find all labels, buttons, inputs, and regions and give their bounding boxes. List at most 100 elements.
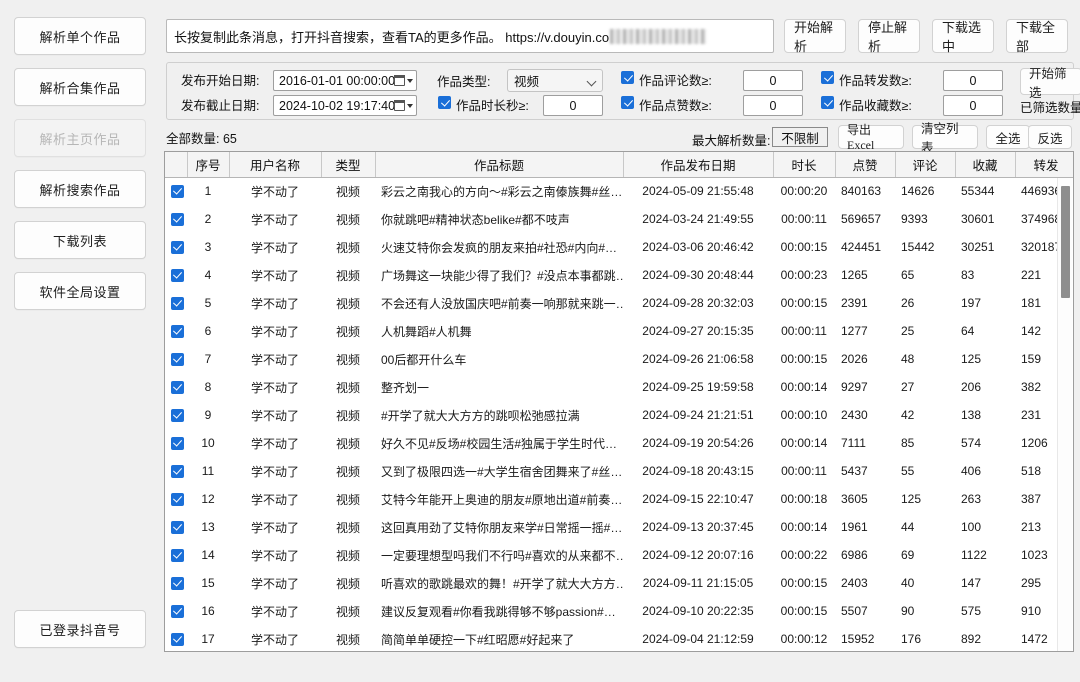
max-parse-value-box[interactable]: 不限制: [772, 127, 828, 147]
row-checkbox-cell[interactable]: [165, 289, 187, 317]
table-row[interactable]: 5 学不动了 视频 不会还有人没放国庆吧#前奏一响那就来跳一… 2024-09-28 2…: [165, 289, 1073, 317]
sidebar-button-parse-collection[interactable]: 解析合集作品: [14, 68, 146, 106]
column-header-collects[interactable]: 收藏: [955, 152, 1016, 178]
column-header-index[interactable]: 序号: [187, 152, 230, 178]
row-checkbox[interactable]: [171, 213, 184, 227]
column-header-duration[interactable]: 时长: [773, 152, 836, 178]
row-checkbox-cell[interactable]: [165, 429, 187, 457]
column-header-check[interactable]: [165, 152, 188, 178]
table-vertical-scrollbar[interactable]: [1057, 178, 1072, 651]
row-checkbox[interactable]: [171, 381, 184, 395]
column-header-shares[interactable]: 转发: [1015, 152, 1073, 178]
row-username: 学不动了: [250, 380, 299, 395]
row-checkbox-cell[interactable]: [165, 317, 187, 345]
row-checkbox[interactable]: [171, 297, 184, 311]
column-header-likes[interactable]: 点赞: [835, 152, 896, 178]
share-count-input[interactable]: 0: [943, 70, 1003, 91]
export-excel-button[interactable]: 导出Excel: [838, 123, 904, 152]
table-row[interactable]: 9 学不动了 视频 #开学了就大大方方的跳呗松弛感拉满 2024-09-24 21:21…: [165, 401, 1073, 429]
row-checkbox-cell[interactable]: [165, 233, 187, 261]
select-all-button[interactable]: 全选: [986, 125, 1030, 149]
sidebar-button-global-settings[interactable]: 软件全局设置: [14, 272, 146, 310]
row-checkbox[interactable]: [171, 549, 184, 563]
row-checkbox-cell[interactable]: [165, 597, 187, 625]
row-checkbox[interactable]: [171, 437, 184, 451]
column-header-date[interactable]: 作品发布日期: [623, 152, 774, 178]
row-checkbox[interactable]: [171, 185, 184, 199]
row-type: 视频: [335, 212, 360, 227]
row-checkbox[interactable]: [171, 493, 184, 507]
column-header-title[interactable]: 作品标题: [375, 152, 624, 178]
start-date-picker-button[interactable]: [386, 73, 413, 88]
invert-select-button[interactable]: 反选: [1028, 125, 1072, 149]
row-checkbox[interactable]: [171, 269, 184, 283]
stop-parse-button[interactable]: 停止解析: [858, 19, 920, 54]
url-input[interactable]: 长按复制此条消息，打开抖音搜索，查看TA的更多作品。 https://v.dou…: [166, 19, 774, 53]
end-date-input[interactable]: 2024-10-02 19:17:40: [273, 95, 417, 116]
table-row[interactable]: 7 学不动了 视频 00后都开什么车 2024-09-26 21:06:58 00:00:…: [165, 345, 1073, 373]
table-row[interactable]: 10 学不动了 视频 好久不见#反场#校园生活#独属于学生时代… 2024-09-19 …: [165, 429, 1073, 457]
like-count-checkbox[interactable]: [621, 96, 634, 109]
row-checkbox[interactable]: [171, 577, 184, 591]
table-row[interactable]: 2 学不动了 视频 你就跳吧#精神状态belike#都不吱声 2024-03-24 21…: [165, 205, 1073, 233]
row-checkbox-cell[interactable]: [165, 177, 187, 205]
row-checkbox[interactable]: [171, 409, 184, 423]
row-checkbox[interactable]: [171, 325, 184, 339]
collect-count-checkbox[interactable]: [821, 96, 834, 109]
sidebar-button-parse-single[interactable]: 解析单个作品: [14, 17, 146, 55]
duration-input[interactable]: 0: [543, 95, 603, 116]
row-checkbox-cell[interactable]: [165, 625, 187, 651]
table-scrollbar-thumb[interactable]: [1061, 186, 1070, 298]
row-checkbox[interactable]: [171, 521, 184, 535]
end-date-picker-button[interactable]: [386, 98, 413, 113]
table-row[interactable]: 8 学不动了 视频 整齐划一 2024-09-25 19:59:58 00:00:14 92…: [165, 373, 1073, 401]
row-checkbox-cell[interactable]: [165, 345, 187, 373]
row-checkbox-cell[interactable]: [165, 401, 187, 429]
column-header-type[interactable]: 类型: [321, 152, 376, 178]
table-row[interactable]: 17 学不动了 视频 简简单单硬控一下#红昭愿#好起来了 2024-09-04 21:1…: [165, 625, 1073, 651]
table-row[interactable]: 4 学不动了 视频 广场舞这一块能少得了我们？#没点本事都跳… 2024-09-30 2…: [165, 261, 1073, 289]
row-checkbox[interactable]: [171, 241, 184, 255]
like-count-input[interactable]: 0: [743, 95, 803, 116]
row-checkbox-cell[interactable]: [165, 541, 187, 569]
download-selected-button[interactable]: 下载选中: [932, 19, 994, 54]
row-checkbox[interactable]: [171, 353, 184, 367]
sidebar-button-logged-in-account[interactable]: 已登录抖音号: [14, 610, 146, 648]
table-row[interactable]: 13 学不动了 视频 这回真用劲了艾特你朋友来学#日常摇一摇#… 2024-09-13 …: [165, 513, 1073, 541]
table-row[interactable]: 1 学不动了 视频 彩云之南我心的方向～#彩云之南傣族舞#丝… 2024-05-09 2…: [165, 177, 1073, 205]
share-count-checkbox[interactable]: [821, 71, 834, 84]
start-date-input[interactable]: 2016-01-01 00:00:00: [273, 70, 417, 91]
comment-count-input[interactable]: 0: [743, 70, 803, 91]
row-checkbox-cell[interactable]: [165, 457, 187, 485]
row-checkbox-cell[interactable]: [165, 485, 187, 513]
row-checkbox[interactable]: [171, 605, 184, 619]
row-date: 2024-09-04 21:12:59: [642, 632, 754, 646]
row-checkbox[interactable]: [171, 633, 184, 647]
row-likes: 15952: [841, 632, 875, 646]
row-checkbox-cell[interactable]: [165, 205, 187, 233]
clear-list-button[interactable]: 清空列表: [912, 122, 978, 155]
collect-count-input[interactable]: 0: [943, 95, 1003, 116]
row-checkbox-cell[interactable]: [165, 373, 187, 401]
download-all-button[interactable]: 下载全部: [1006, 19, 1068, 54]
row-checkbox-cell[interactable]: [165, 261, 187, 289]
work-type-select[interactable]: 视频: [507, 69, 603, 92]
sidebar-button-download-list[interactable]: 下载列表: [14, 221, 146, 259]
start-filter-button[interactable]: 开始筛选: [1020, 67, 1080, 100]
table-row[interactable]: 16 学不动了 视频 建议反复观看#你看我跳得够不够passion#… 2024-09-…: [165, 597, 1073, 625]
column-header-comments[interactable]: 评论: [895, 152, 956, 178]
comment-count-checkbox[interactable]: [621, 71, 634, 84]
row-checkbox[interactable]: [171, 465, 184, 479]
row-checkbox-cell[interactable]: [165, 513, 187, 541]
table-row[interactable]: 6 学不动了 视频 人机舞蹈#人机舞 2024-09-27 20:15:35 00:00:…: [165, 317, 1073, 345]
table-row[interactable]: 11 学不动了 视频 又到了极限四选一#大学生宿舍团舞来了#丝… 2024-09-18 …: [165, 457, 1073, 485]
sidebar-button-parse-search[interactable]: 解析搜索作品: [14, 170, 146, 208]
column-header-username[interactable]: 用户名称: [229, 152, 322, 178]
duration-checkbox[interactable]: [438, 96, 451, 109]
table-row[interactable]: 3 学不动了 视频 火速艾特你会发疯的朋友来拍#社恐#内向#… 2024-03-06 2…: [165, 233, 1073, 261]
table-row[interactable]: 15 学不动了 视频 听喜欢的歌跳最欢的舞！#开学了就大大方方… 2024-09-11 …: [165, 569, 1073, 597]
table-row[interactable]: 14 学不动了 视频 一定要理想型吗我们不行吗#喜欢的从来都不… 2024-09-12 …: [165, 541, 1073, 569]
row-checkbox-cell[interactable]: [165, 569, 187, 597]
table-row[interactable]: 12 学不动了 视频 艾特今年能开上奥迪的朋友#原地出道#前奏… 2024-09-15 …: [165, 485, 1073, 513]
start-parse-button[interactable]: 开始解析: [784, 19, 846, 54]
